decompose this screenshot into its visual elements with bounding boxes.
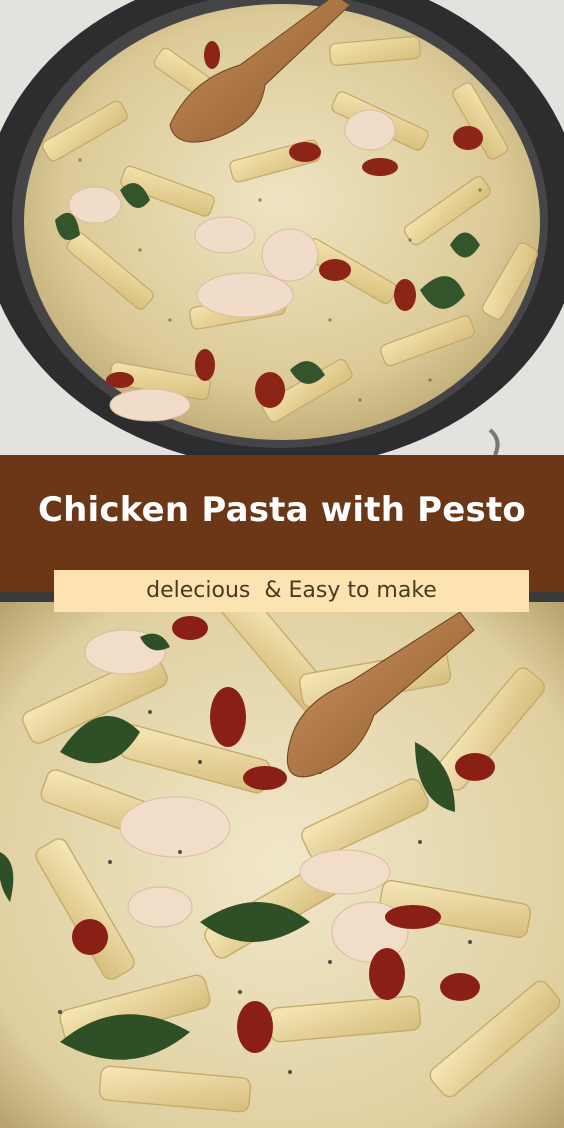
top-pasta-photo — [0, 0, 564, 455]
bottom-pasta-photo — [0, 592, 564, 1128]
recipe-title: Chicken Pasta with Pesto — [38, 490, 526, 530]
recipe-subtitle: delecious & Easy to make — [146, 578, 437, 603]
